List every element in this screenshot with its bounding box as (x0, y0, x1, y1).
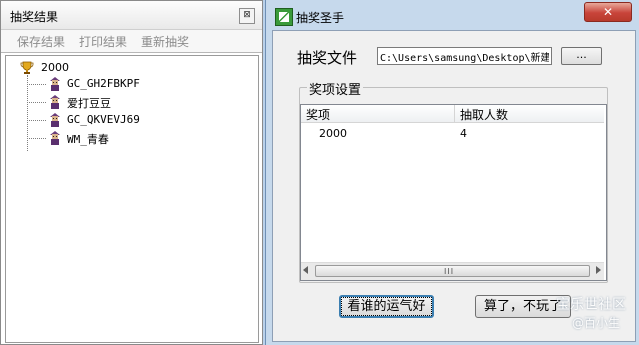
dialog-titlebar: 抽奖圣手 ✕ (266, 0, 639, 30)
result-panel-title: 抽奖结果 (10, 10, 59, 24)
dialog-title: 抽奖圣手 (296, 11, 345, 25)
user-icon (50, 77, 60, 91)
scroll-right-icon[interactable] (596, 266, 601, 274)
column-header-count[interactable]: 抽取人数 (460, 106, 508, 123)
column-header-prize[interactable]: 奖项 (306, 106, 330, 123)
column-divider[interactable] (454, 105, 455, 122)
watermark-author: @百小生 (572, 316, 621, 330)
tree-item-label: GC_QKVEVJ69 (67, 113, 140, 126)
result-toolbar: 保存结果 打印结果 重新抽奖 (1, 30, 262, 53)
prize-settings-label: 奖项设置 (307, 79, 364, 98)
close-button[interactable]: ✕ (584, 2, 632, 22)
watermark-site: 宝乐世社区 (556, 297, 626, 313)
result-tree[interactable]: 2000 GC_GH2FBKPF 爱打豆豆 GC_QKVEVJ69 WM_青春 (5, 55, 259, 343)
print-result-button[interactable]: 打印结果 (79, 33, 127, 50)
close-icon[interactable]: ⊠ (239, 8, 255, 24)
tree-item-label: WM_青春 (67, 133, 109, 146)
tree-item[interactable]: 爱打豆豆 (27, 94, 247, 110)
file-path-field[interactable] (377, 47, 552, 65)
tree-item[interactable]: GC_GH2FBKPF (27, 76, 247, 92)
file-path-input[interactable] (378, 48, 551, 64)
scroll-grip: III (444, 267, 455, 276)
user-icon (50, 95, 60, 109)
file-label: 抽奖文件 (297, 49, 358, 67)
prize-list[interactable]: 奖项 抽取人数 2000 4 III (300, 104, 607, 281)
tree-root-label: 2000 (41, 61, 69, 74)
redraw-button[interactable]: 重新抽奖 (141, 33, 189, 50)
tree-branch (27, 84, 46, 85)
tree-branch (27, 102, 46, 103)
scroll-left-icon[interactable] (303, 266, 308, 274)
horizontal-scrollbar[interactable]: III (301, 262, 604, 280)
prize-cell: 2000 (319, 127, 347, 140)
count-cell: 4 (460, 127, 467, 140)
table-row[interactable]: 2000 4 (301, 125, 604, 141)
user-icon (50, 131, 60, 145)
draw-lucky-button[interactable]: 看谁的运气好 (339, 295, 434, 318)
app-icon (275, 8, 293, 26)
save-result-button[interactable]: 保存结果 (17, 33, 65, 50)
tree-item[interactable]: WM_青春 (27, 130, 247, 146)
user-icon (50, 113, 60, 127)
tree-item-label: GC_GH2FBKPF (67, 77, 140, 90)
tree-branch (27, 138, 46, 139)
tree-item-label: 爱打豆豆 (67, 97, 111, 110)
scroll-thumb[interactable]: III (315, 265, 590, 277)
tree-branch (27, 120, 46, 121)
prize-list-header: 奖项 抽取人数 (301, 105, 604, 123)
tree-item[interactable]: GC_QKVEVJ69 (27, 112, 247, 128)
result-panel: 抽奖结果 ⊠ 保存结果 打印结果 重新抽奖 2000 GC_GH2FBKPF 爱… (0, 0, 263, 345)
browse-button[interactable]: ... (561, 47, 602, 65)
result-panel-titlebar: 抽奖结果 ⊠ (1, 1, 262, 30)
trophy-icon (20, 61, 34, 74)
